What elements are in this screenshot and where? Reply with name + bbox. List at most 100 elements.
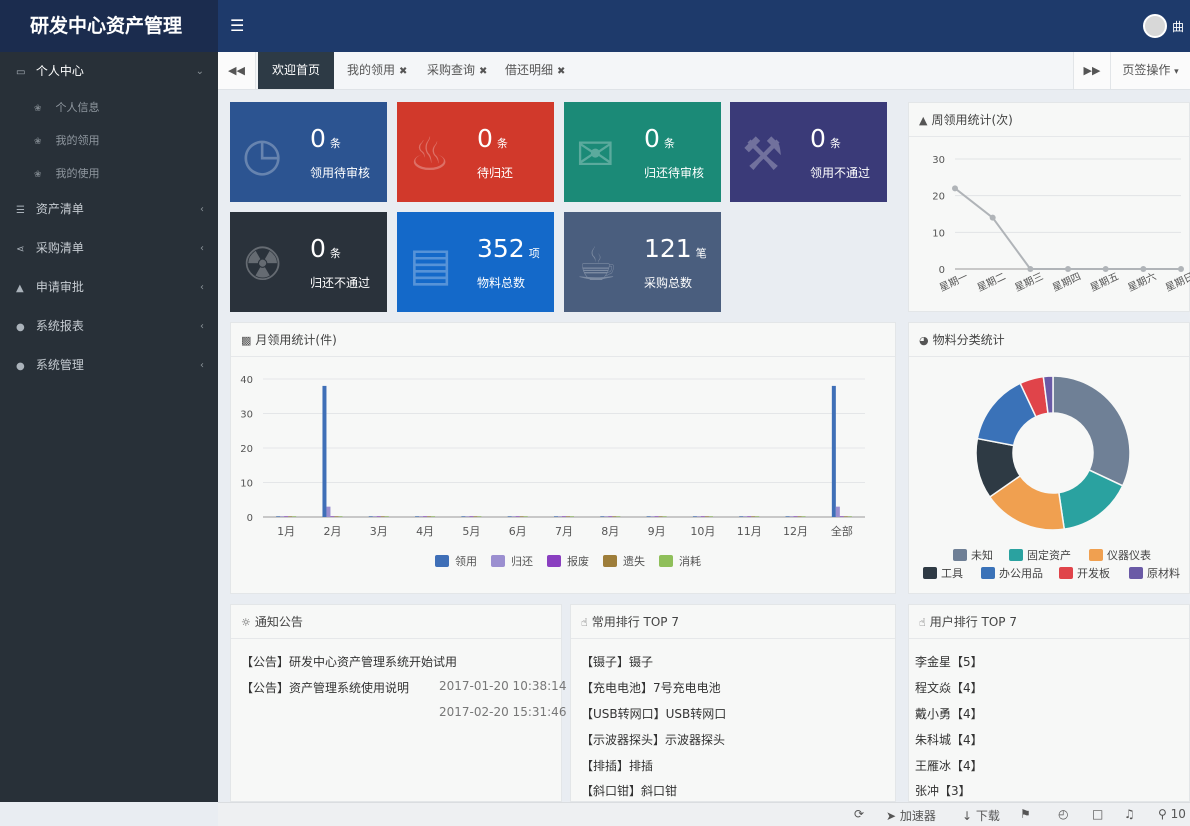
close-icon[interactable]: ✖ [479, 66, 487, 77]
stat-value: 0 [310, 124, 326, 153]
tab-my-requisitions[interactable]: 我的领用 ✖ [347, 52, 407, 89]
stat-card-purchase-total[interactable]: ☕ 121 笔 采购总数 [564, 212, 721, 312]
bar [747, 516, 752, 517]
x-tick-label: 8月 [601, 525, 619, 538]
x-tick-label: 5月 [462, 525, 480, 538]
x-tick-label: 星期四 [1051, 271, 1083, 295]
sidebar-subitem-personal-info[interactable]: ❀ 个人信息 [0, 91, 218, 124]
sidebar-item-label: 采购清单 [35, 241, 84, 255]
notice-item[interactable]: 【公告】资产管理系统使用说明 [241, 679, 409, 696]
sidebar-item-label: 个人中心 [35, 64, 84, 78]
close-icon[interactable]: ✖ [557, 66, 565, 77]
bar [797, 516, 802, 517]
bar [284, 516, 289, 517]
legend-label: 领用 [455, 555, 477, 568]
notice-time: 2017-01-20 10:38:14 [439, 679, 567, 693]
list-item: 王雁冰【4】 [915, 759, 983, 773]
file-icon: ▤ [409, 237, 453, 291]
sound-icon[interactable]: ♫ [1124, 807, 1135, 821]
close-icon[interactable]: ✖ [399, 66, 407, 77]
tab-welcome[interactable]: 欢迎首页 [258, 52, 335, 89]
legend-swatch [491, 555, 505, 567]
bar [831, 385, 836, 517]
stat-card-requisition-rejected[interactable]: ⚒ 0条 领用不通过 [730, 102, 887, 202]
sidebar-item-purchase-list[interactable]: ⋖ 采购清单 ‹ [0, 229, 218, 268]
caret-down-icon: ▾ [1174, 67, 1179, 77]
flag-icon[interactable]: ⚑ [1020, 807, 1031, 821]
bar [658, 516, 663, 517]
monthly-bar-chart: 0 10 20 30 40 1月 2月 3月 4月 5月 6月 7月 8月 9月 10月 11月 12月 全部领用… [240, 375, 865, 568]
bar [465, 516, 470, 517]
stat-card-return-rejected[interactable]: ☢ 0条 归还不通过 [230, 212, 387, 312]
y-tick-label: 0 [247, 513, 253, 524]
leaf-icon: ❀ [34, 137, 42, 147]
tabs-scroll-right-button[interactable]: ▶▶ [1073, 52, 1111, 89]
history-icon[interactable]: ◴ [1058, 807, 1068, 821]
leaf-icon: ❀ [34, 104, 42, 114]
page-ops-dropdown[interactable]: 页签操作 ▾ [1110, 52, 1190, 89]
bar [469, 516, 474, 517]
series-line [954, 187, 1181, 270]
sidebar-subitem-my-usage[interactable]: ❀ 我的使用 [0, 157, 218, 190]
bar [793, 516, 798, 517]
zoom-control[interactable]: ⚲ 10 [1158, 807, 1186, 821]
sidebar-item-approval[interactable]: ▲ 申请审批 ‹ [0, 268, 218, 307]
download-label: 下载 [975, 809, 1000, 823]
avatar[interactable] [1143, 14, 1167, 38]
chevron-left-icon: ‹ [200, 321, 204, 332]
sidebar-item-system-admin[interactable]: ● 系统管理 ‹ [0, 346, 218, 385]
tab-borrow-details[interactable]: 借还明细 ✖ [505, 52, 565, 89]
tab-label: 借还明细 [505, 63, 554, 77]
stat-card-pending-requisition[interactable]: ◷ 0条 领用待审核 [230, 102, 387, 202]
download-button[interactable]: ↓ 下载 [962, 807, 1000, 824]
notice-time: 2017-02-20 15:31:46 [439, 705, 567, 719]
bar [600, 516, 605, 517]
bar [654, 516, 659, 517]
tabs-scroll-left-button[interactable]: ◀◀ [218, 52, 256, 89]
y-tick-label: 20 [932, 192, 945, 203]
weekly-line-chart: 0102030星期一 星期二 星期三 星期四 星期五 星期六 星期日 [932, 155, 1190, 295]
legend-swatch [435, 555, 449, 567]
bar [515, 516, 520, 517]
sidebar-item-personal-center[interactable]: ▭ 个人中心 ⌄ [0, 52, 218, 91]
stat-card-pending-return[interactable]: ✉ 0条 归还待审核 [564, 102, 721, 202]
stat-unit: 条 [496, 137, 508, 150]
user-name[interactable]: 曲 [1172, 18, 1184, 35]
notice-panel: ☼ 通知公告 【公告】研发中心资产管理系统开始试用 【公告】资产管理系统使用说明 … [230, 604, 566, 802]
window-icon[interactable]: □ [1092, 807, 1103, 821]
stat-label: 待归还 [477, 166, 514, 180]
bar [334, 516, 339, 517]
legend-swatch [1089, 549, 1103, 561]
accelerator-button[interactable]: ➤ 加速器 [886, 807, 936, 824]
sidebar-item-asset-list[interactable]: ☰ 资产清单 ‹ [0, 190, 218, 229]
bar [604, 516, 609, 517]
refresh-icon[interactable]: ⟳ [854, 807, 864, 821]
donut-slice [1052, 375, 1131, 487]
list-item: 程文焱【4】 [915, 681, 983, 695]
accelerator-label: 加速器 [899, 809, 936, 823]
notice-text[interactable]: 【公告】资产管理系统使用说明 [241, 681, 409, 695]
tab-purchase-query[interactable]: 采购查询 ✖ [427, 52, 487, 89]
x-tick-label: 星期二 [975, 271, 1007, 295]
legend-swatch [603, 555, 617, 567]
sidebar-item-reports[interactable]: ● 系统报表 ‹ [0, 307, 218, 346]
monthly-stats-panel: ▩ 月领用统计(件) 0 10 20 30 40 1月 2月 3月 4月 5月 6月 7月 8月 9月 10月… [230, 322, 896, 594]
list-item: 李金星【5】 [915, 655, 983, 669]
stat-card-to-return[interactable]: ♨ 0条 待归还 [397, 102, 554, 202]
list-item: 【充电电池】7号充电电池 [581, 681, 721, 695]
stat-label: 归还不通过 [310, 276, 371, 290]
x-tick-label: 10月 [690, 525, 715, 538]
stat-unit: 笔 [695, 247, 707, 260]
notice-item[interactable]: 【公告】研发中心资产管理系统开始试用 [241, 653, 457, 670]
legend-label: 消耗 [679, 554, 701, 568]
clock-icon: ◷ [242, 127, 283, 181]
notice-text[interactable]: 【公告】研发中心资产管理系统开始试用 [241, 655, 457, 669]
chevron-left-icon: ‹ [200, 360, 204, 371]
sidebar-subitem-my-requisitions[interactable]: ❀ 我的领用 [0, 124, 218, 157]
bar [330, 516, 335, 517]
stat-card-material-total[interactable]: ▤ 352 项 物料总数 [397, 212, 554, 312]
x-tick-label: 全部 [831, 524, 853, 538]
x-tick-label: 星期日 [1164, 271, 1190, 295]
menu-toggle-icon[interactable]: ☰ [230, 16, 244, 35]
category-stats-panel: ◕ 物料分类统计 未知 固定资产 仪器仪表 工具 办公用品 开发板 原材料 [908, 322, 1190, 594]
